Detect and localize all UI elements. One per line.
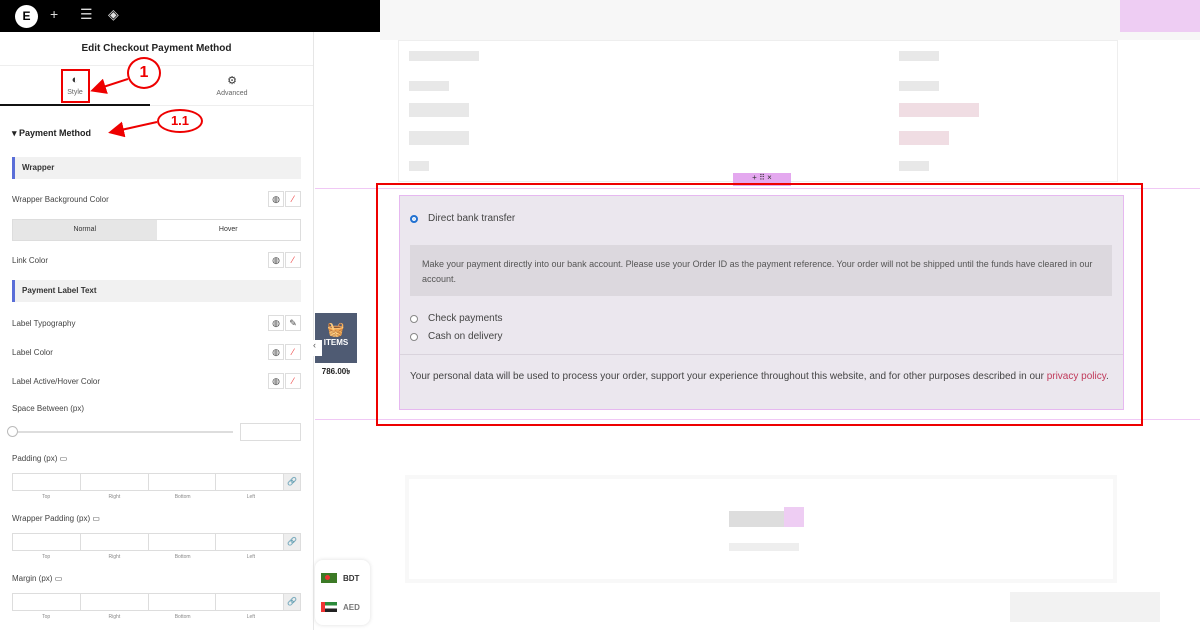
bd-flag-icon [321,573,337,583]
link-icon[interactable]: 🔗 [284,474,300,490]
cart-price: 786.00৳ [321,367,351,376]
link-icon[interactable]: 🔗 [284,594,300,610]
color-picker[interactable]: ⁄ [285,344,301,360]
currency-bdt[interactable]: BDT [343,574,359,583]
pencil-icon[interactable]: ✎ [285,315,301,331]
label-typography: Label Typography [12,319,76,328]
dim-labels: Top Right Bottom Left [42,614,256,620]
dim-labels: Top Right Bottom Left [42,554,256,560]
dim-labels: Top Right Bottom Left [42,494,256,500]
state-toggle: Normal Hover [12,219,301,241]
globe-icon[interactable]: ◍ [268,191,284,207]
globe-icon[interactable]: ◍ [268,252,284,268]
state-hover[interactable]: Hover [157,220,301,240]
globe-icon[interactable]: ◍ [268,373,284,389]
desktop-icon: ▭ [59,454,68,463]
padding-text: Padding (px) [12,454,58,463]
ae-flag-icon [321,602,337,612]
margin-inputs[interactable]: 🔗 [12,593,301,611]
state-normal[interactable]: Normal [13,220,157,240]
margin-text: Margin (px) [12,574,53,583]
label-heading: Payment Label Text [12,280,301,302]
currency-switcher: BDT AED [315,560,370,625]
color-picker[interactable]: ⁄ [285,191,301,207]
space-slider[interactable] [12,431,233,433]
wrapper-bg-label: Wrapper Background Color [12,195,109,204]
cart-label: ITEMS [323,338,349,347]
annotation-arrows [90,78,158,138]
blurred-button [1120,0,1200,32]
label-color: Label Color [12,348,53,357]
space-input[interactable] [240,423,301,441]
color-picker[interactable]: ⁄ [285,373,301,389]
wrapper-padding-text: Wrapper Padding (px) [12,514,91,523]
space-between-label: Space Between (px) [12,404,85,413]
wrapper-heading: Wrapper [12,157,301,179]
color-picker[interactable]: ⁄ [285,252,301,268]
blurred-order-table [398,40,1118,182]
blurred-place-order [405,475,1117,583]
wrapper-padding-label: Wrapper Padding (px) ▭ [12,514,100,523]
slider-handle[interactable] [7,426,18,437]
margin-label: Margin (px) ▭ [12,574,62,583]
currency-aed[interactable]: AED [343,603,360,612]
padding-label: Padding (px) ▭ [12,454,67,463]
blurred-footer [1010,592,1160,622]
link-icon[interactable]: 🔗 [284,534,300,550]
desktop-icon: ▭ [54,574,63,583]
label-active-color: Label Active/Hover Color [12,377,101,386]
link-color-label: Link Color [12,256,49,265]
globe-icon[interactable]: ◍ [268,315,284,331]
basket-icon: 🧺 [327,321,345,337]
wrapper-padding-inputs[interactable]: 🔗 [12,533,301,551]
globe-icon[interactable]: ◍ [268,344,284,360]
annotation-box-payment [376,183,1143,426]
desktop-icon: ▭ [92,514,100,523]
collapse-chevron-icon[interactable]: ‹ [313,340,322,356]
padding-inputs[interactable]: 🔗 [12,473,301,491]
